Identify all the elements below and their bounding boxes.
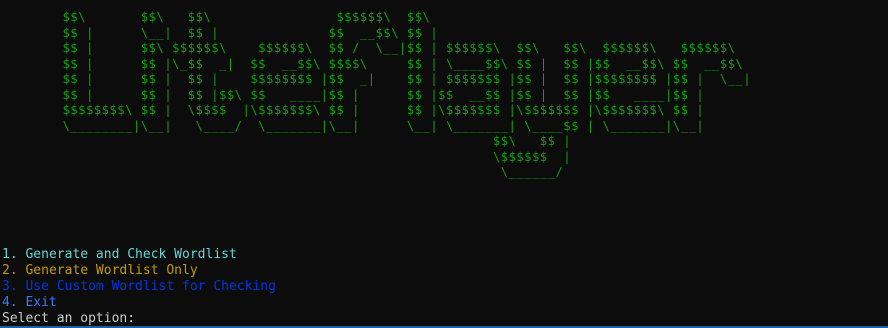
menu-option-4: 4. Exit <box>2 295 57 310</box>
ascii-art-banner: $$\ $$\ $$\ $$$$$$\ $$\ $$ | \__| $$ | $… <box>0 10 751 181</box>
banner-line: \________|\__| \____/ \_______|\__| \__|… <box>0 118 705 133</box>
banner-line: \______/ <box>0 165 564 179</box>
menu-option-2: 2. Generate Wordlist Only <box>2 263 198 278</box>
banner-line: $$\ $$\ $$\ $$$$$$\ $$\ <box>0 10 431 24</box>
banner-line: $$ | $$ | $$ | $$$$$$$$ |$$ _| $$ | $$$$… <box>0 72 752 86</box>
menu-option-3: 3. Use Custom Wordlist for Checking <box>2 279 276 294</box>
banner-line: $$\ $$ | <box>0 134 572 148</box>
banner-line: $$ | \__| $$ | $$ __$$\ $$ | <box>0 25 439 40</box>
option-menu: 1. Generate and Check Wordlist 2. Generat… <box>2 247 276 311</box>
banner-line: $$ | $$ |\_$$ _| $$ __$$\ $$$$\ $$ | \__… <box>0 56 744 71</box>
banner-line: \$$$$$$ | <box>0 149 572 164</box>
menu-option-1: 1. Generate and Check Wordlist <box>2 247 237 262</box>
banner-line: $$ | $$\ $$$$$$\ $$$$$$\ $$ / \__|$$ | $… <box>0 41 736 55</box>
banner-line: $$$$$$$$\ $$ | \$$$$ |\$$$$$$$\ $$ | $$ … <box>0 103 705 117</box>
banner-line: $$ | $$ | $$ |$$\ $$ ____|$$ | $$ |$$ __… <box>0 87 705 102</box>
terminal-window[interactable]: $$\ $$\ $$\ $$$$$$\ $$\ $$ | \__| $$ | $… <box>0 0 888 328</box>
input-prompt[interactable]: Select an option: <box>2 311 143 327</box>
